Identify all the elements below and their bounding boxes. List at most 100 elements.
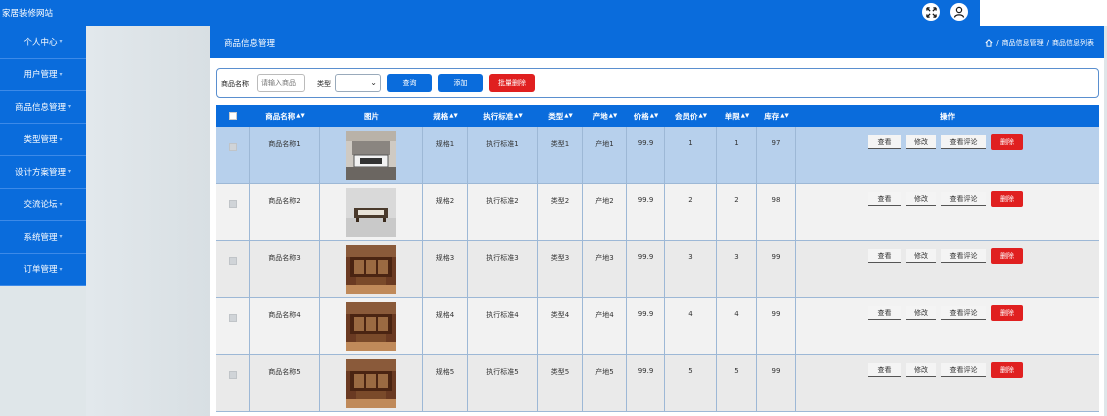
sort-icon: ▲▼ (449, 113, 458, 119)
product-image (346, 245, 396, 294)
sort-icon: ▲▼ (608, 113, 618, 119)
cell-actions: 查看 修改 查看评论 删除 (796, 127, 1099, 184)
cell-actions: 查看 修改 查看评论 删除 (796, 184, 1099, 241)
sidebar-item-order-management[interactable]: 订单管理 ▾ (0, 253, 86, 286)
sidebar-item-label: 个人中心 (23, 37, 58, 48)
cell-standard: 执行标准4 (468, 298, 538, 355)
sidebar-item-type-management[interactable]: 类型管理 ▾ (0, 123, 86, 156)
edit-button[interactable]: 修改 (906, 135, 936, 149)
view-comments-button[interactable]: 查看评论 (941, 363, 986, 377)
row-checkbox[interactable] (228, 200, 237, 208)
batch-delete-button[interactable]: 批量删除 (489, 74, 535, 92)
type-label: 类型 (317, 80, 331, 88)
cell-select (216, 355, 250, 412)
sidebar-item-system-management[interactable]: 系统管理 ▾ (0, 221, 86, 254)
sidebar-item-product-management[interactable]: 商品信息管理 ▾ (0, 91, 86, 124)
top-bar: 家居装修网站 (0, 0, 1107, 26)
column-header-limit[interactable]: 单限 ▲▼ (717, 105, 757, 127)
sidebar-item-personal-center[interactable]: 个人中心 ▾ (0, 26, 86, 59)
cell-select (216, 241, 250, 298)
column-header-name[interactable]: 商品名称 ▲▼ (250, 105, 320, 127)
cell-name: 商品名称1 (250, 127, 320, 184)
row-checkbox[interactable] (228, 314, 237, 322)
type-select[interactable]: ⌄ (335, 74, 381, 92)
product-image (346, 188, 396, 237)
cell-price: 99.9 (627, 355, 665, 412)
cell-type: 类型1 (538, 127, 583, 184)
cell-limit: 4 (717, 298, 757, 355)
table-row[interactable]: 商品名称1 规格1 执行标准1 类型1 产地1 99.9 1 1 97 查看 修改 查看评论 删除 (216, 127, 1099, 184)
view-comments-button[interactable]: 查看评论 (941, 306, 986, 320)
home-icon[interactable] (985, 39, 993, 47)
edit-button[interactable]: 修改 (906, 192, 936, 206)
column-header-stock[interactable]: 库存 ▲▼ (757, 105, 796, 127)
view-comments-button[interactable]: 查看评论 (941, 249, 986, 263)
cell-standard: 执行标准5 (468, 355, 538, 412)
view-button[interactable]: 查看 (868, 192, 901, 206)
table-row[interactable]: 商品名称2 规格2 执行标准2 类型2 产地2 99.9 2 2 98 查看 修改 查看评论 删除 (216, 184, 1099, 241)
cell-type: 类型2 (538, 184, 583, 241)
view-button[interactable]: 查看 (868, 249, 901, 263)
sort-icon: ▲▼ (740, 113, 750, 119)
cell-member-price: 1 (665, 127, 717, 184)
cell-standard: 执行标准2 (468, 184, 538, 241)
cell-stock: 99 (757, 355, 796, 412)
table-row[interactable]: 商品名称5 规格5 执行标准5 类型5 产地5 99.9 5 5 99 查看 修改 查看评论 删除 (216, 355, 1099, 412)
cell-limit: 3 (717, 241, 757, 298)
main-content: 商品信息管理 / 商品信息管理 / 商品信息列表 商品名称 类型 ⌄ 查询 添加… (210, 26, 1104, 416)
view-button[interactable]: 查看 (868, 306, 901, 320)
delete-button[interactable]: 删除 (991, 134, 1023, 150)
table-row[interactable]: 商品名称4 规格4 执行标准4 类型4 产地4 99.9 4 4 99 查看 修改 查看评论 删除 (216, 298, 1099, 355)
view-button[interactable]: 查看 (868, 363, 901, 377)
breadcrumb-item[interactable]: 商品信息管理 (1002, 38, 1044, 48)
table-row[interactable]: 商品名称3 规格3 执行标准3 类型3 产地3 99.9 3 3 99 查看 修改 查看评论 删除 (216, 241, 1099, 298)
cell-origin: 产地4 (583, 298, 627, 355)
sidebar-item-label: 系统管理 (23, 232, 58, 243)
view-button[interactable]: 查看 (868, 135, 901, 149)
product-image (346, 302, 396, 351)
edit-button[interactable]: 修改 (906, 306, 936, 320)
column-header-spec[interactable]: 规格 ▲▼ (423, 105, 468, 127)
chevron-down-icon: ▾ (59, 200, 63, 208)
add-button[interactable]: 添加 (438, 74, 483, 92)
view-comments-button[interactable]: 查看评论 (941, 135, 986, 149)
delete-button[interactable]: 删除 (991, 248, 1023, 264)
chevron-down-icon: ▾ (68, 103, 72, 111)
cell-price: 99.9 (627, 241, 665, 298)
delete-button[interactable]: 删除 (991, 362, 1023, 378)
row-checkbox[interactable] (228, 143, 237, 151)
cell-image (320, 355, 423, 412)
column-header-type[interactable]: 类型 ▲▼ (538, 105, 583, 127)
sidebar-item-design-plan-management[interactable]: 设计方案管理 ▾ (0, 156, 86, 189)
column-header-member-price[interactable]: 会员价 ▲▼ (665, 105, 717, 127)
product-name-input[interactable] (257, 74, 305, 92)
query-button[interactable]: 查询 (387, 74, 432, 92)
column-header-standard[interactable]: 执行标准 ▲▼ (468, 105, 538, 127)
chevron-down-icon: ▾ (59, 265, 63, 273)
fullscreen-icon[interactable] (922, 3, 940, 21)
cell-spec: 规格4 (423, 298, 468, 355)
cell-member-price: 4 (665, 298, 717, 355)
cell-limit: 5 (717, 355, 757, 412)
cell-type: 类型4 (538, 298, 583, 355)
user-avatar-icon[interactable] (950, 3, 968, 21)
product-table: 商品名称 ▲▼ 图片 规格 ▲▼ 执行标准 ▲▼ 类型 ▲▼ 产地 ▲▼ 价格 ▲▼ 会员价… (216, 105, 1099, 412)
delete-button[interactable]: 删除 (991, 305, 1023, 321)
row-checkbox[interactable] (228, 371, 237, 379)
column-header-price[interactable]: 价格 ▲▼ (627, 105, 665, 127)
edit-button[interactable]: 修改 (906, 363, 936, 377)
sidebar-item-label: 设计方案管理 (14, 167, 66, 178)
search-panel: 商品名称 类型 ⌄ 查询 添加 批量删除 (216, 68, 1099, 98)
cell-stock: 99 (757, 241, 796, 298)
cell-stock: 99 (757, 298, 796, 355)
edit-button[interactable]: 修改 (906, 249, 936, 263)
sidebar-item-label: 用户管理 (23, 70, 58, 81)
sidebar-item-user-management[interactable]: 用户管理 ▾ (0, 58, 86, 91)
column-header-origin[interactable]: 产地 ▲▼ (583, 105, 627, 127)
select-all-checkbox[interactable] (229, 112, 237, 120)
view-comments-button[interactable]: 查看评论 (941, 192, 986, 206)
sidebar-item-forum[interactable]: 交流论坛 ▾ (0, 188, 86, 221)
row-checkbox[interactable] (228, 257, 237, 265)
delete-button[interactable]: 删除 (991, 191, 1023, 207)
column-header-actions: 操作 (940, 111, 955, 121)
